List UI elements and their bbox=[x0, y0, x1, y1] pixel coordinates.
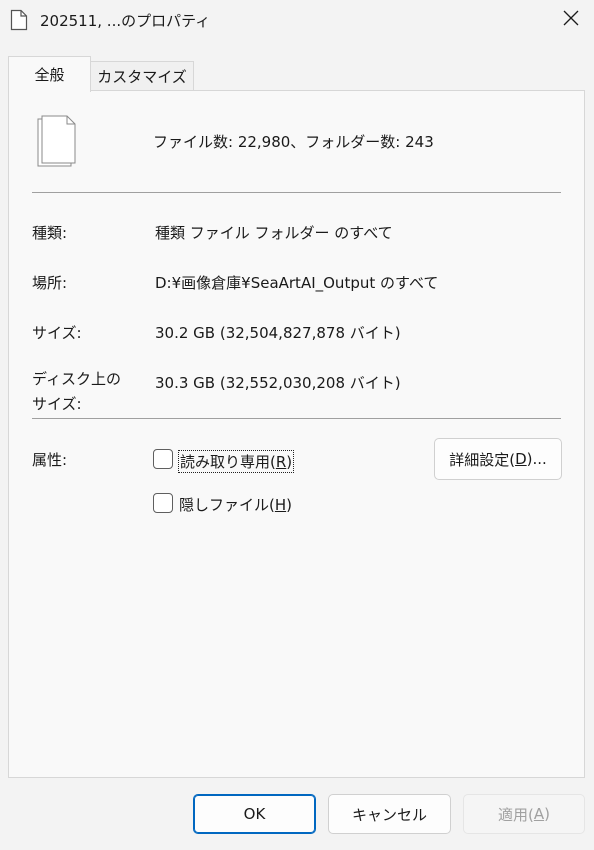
size-label: サイズ: bbox=[32, 324, 82, 342]
title-bar: 202511, ...のプロパティ bbox=[0, 0, 594, 40]
files-icon bbox=[10, 9, 28, 31]
close-icon bbox=[563, 10, 579, 30]
type-label: 種類: bbox=[32, 224, 68, 242]
readonly-label[interactable]: 読み取り専用(R) bbox=[178, 450, 295, 473]
size-value: 30.2 GB (32,504,827,878 バイト) bbox=[155, 324, 401, 342]
tab-customize[interactable]: カスタマイズ bbox=[91, 61, 194, 91]
cancel-button[interactable]: キャンセル bbox=[328, 794, 451, 834]
hidden-label[interactable]: 隠しファイル(H) bbox=[179, 494, 292, 515]
divider bbox=[32, 418, 561, 419]
attributes-label: 属性: bbox=[32, 451, 68, 469]
ok-button[interactable]: OK bbox=[193, 794, 316, 834]
tab-label: カスタマイズ bbox=[97, 68, 187, 86]
window-title: 202511, ...のプロパティ bbox=[40, 12, 211, 30]
apply-button[interactable]: 適用(A) bbox=[463, 794, 585, 834]
size-on-disk-value: 30.3 GB (32,552,030,208 バイト) bbox=[155, 374, 401, 392]
file-folder-count: ファイル数: 22,980、フォルダー数: 243 bbox=[153, 133, 434, 151]
readonly-checkbox[interactable] bbox=[153, 449, 173, 469]
type-value: 種類 ファイル フォルダー のすべて bbox=[155, 224, 393, 242]
location-value: D:¥画像倉庫¥SeaArtAI_Output のすべて bbox=[155, 274, 439, 292]
multiple-files-icon bbox=[37, 115, 77, 167]
size-on-disk-label: ディスク上のサイズ: bbox=[32, 370, 121, 413]
tab-label: 全般 bbox=[34, 66, 65, 84]
advanced-button[interactable]: 詳細設定(D)... bbox=[434, 438, 562, 480]
close-button[interactable] bbox=[548, 0, 594, 40]
location-label: 場所: bbox=[32, 274, 68, 292]
tab-general[interactable]: 全般 bbox=[8, 56, 91, 92]
general-panel bbox=[8, 90, 585, 778]
divider bbox=[32, 192, 561, 193]
hidden-checkbox[interactable] bbox=[153, 493, 173, 513]
